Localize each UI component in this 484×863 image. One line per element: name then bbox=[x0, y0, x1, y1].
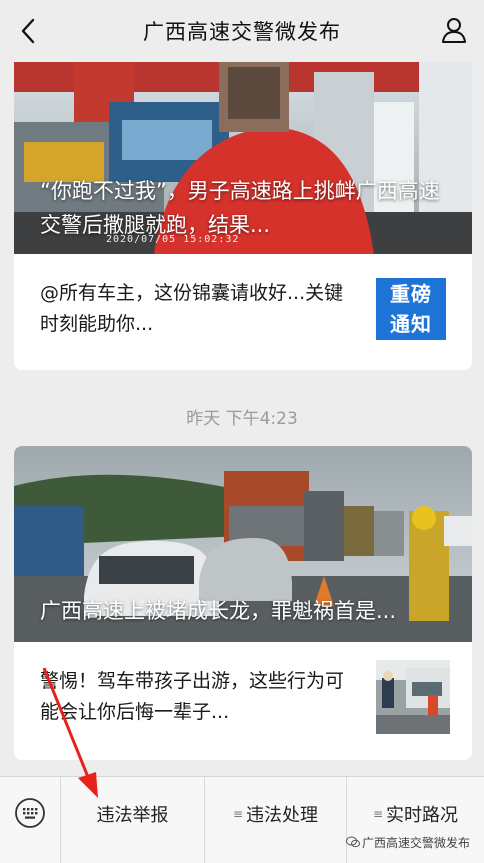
menu-lines-icon: ≡ bbox=[232, 807, 244, 821]
sub-article-title: 警惕！驾车带孩子出游，这些行为可能会让你后悔一辈子... bbox=[40, 670, 345, 723]
notice-badge-line1: 重磅 bbox=[390, 282, 432, 306]
article-cover-title: “你跑不过我”，男子高速路上挑衅广西高速交警后撒腿就跑，结果... bbox=[40, 179, 440, 237]
sub-article[interactable]: @所有车主，这份锦囊请收好...关键时刻能助你... 重磅 通知 bbox=[14, 254, 472, 370]
time-divider: 昨天 下午4:23 bbox=[186, 409, 298, 429]
wechat-logo-icon bbox=[345, 836, 360, 848]
watermark: 广西高速交警微发布 bbox=[345, 834, 470, 851]
menu-item-label: 违法举报 bbox=[96, 805, 169, 826]
menu-lines-icon: ≡ bbox=[372, 807, 384, 821]
menu-item-report[interactable]: 违法举报 bbox=[61, 777, 204, 863]
notice-badge: 重磅 通知 bbox=[376, 278, 446, 340]
article-cover-image[interactable]: “你跑不过我”，男子高速路上挑衅广西高速交警后撒腿就跑，结果... 2020/0… bbox=[14, 62, 472, 254]
sub-article-thumbnail bbox=[376, 660, 450, 734]
profile-icon[interactable] bbox=[440, 16, 468, 44]
sub-article-title: @所有车主，这份锦囊请收好...关键时刻能助你... bbox=[40, 282, 344, 335]
article-card-2[interactable]: 广西高速上被堵成长龙，罪魁祸首是... 警惕！驾车带孩子出游，这些行为可能会让你… bbox=[14, 446, 472, 760]
sub-article[interactable]: 警惕！驾车带孩子出游，这些行为可能会让你后悔一辈子... bbox=[14, 642, 472, 758]
keyboard-icon[interactable] bbox=[14, 797, 46, 829]
page-title: 广西高速交警微发布 bbox=[143, 20, 341, 44]
article-cover-title: 广西高速上被堵成长龙，罪魁祸首是... bbox=[40, 599, 397, 623]
menu-item-violation[interactable]: ≡ 违法处理 bbox=[205, 777, 346, 863]
watermark-text: 广西高速交警微发布 bbox=[361, 836, 470, 850]
article-card-1[interactable]: “你跑不过我”，男子高速路上挑衅广西高速交警后撒腿就跑，结果... 2020/0… bbox=[14, 62, 472, 370]
video-timestamp: 2020/07/05 15:02:32 bbox=[106, 234, 240, 245]
notice-badge-line2: 通知 bbox=[390, 312, 432, 336]
article-cover-image[interactable]: 广西高速上被堵成长龙，罪魁祸首是... bbox=[14, 446, 472, 642]
menu-item-label: 违法处理 bbox=[246, 805, 319, 826]
top-bar: 广西高速交警微发布 bbox=[0, 0, 484, 62]
menu-item-label: 实时路况 bbox=[386, 805, 459, 826]
